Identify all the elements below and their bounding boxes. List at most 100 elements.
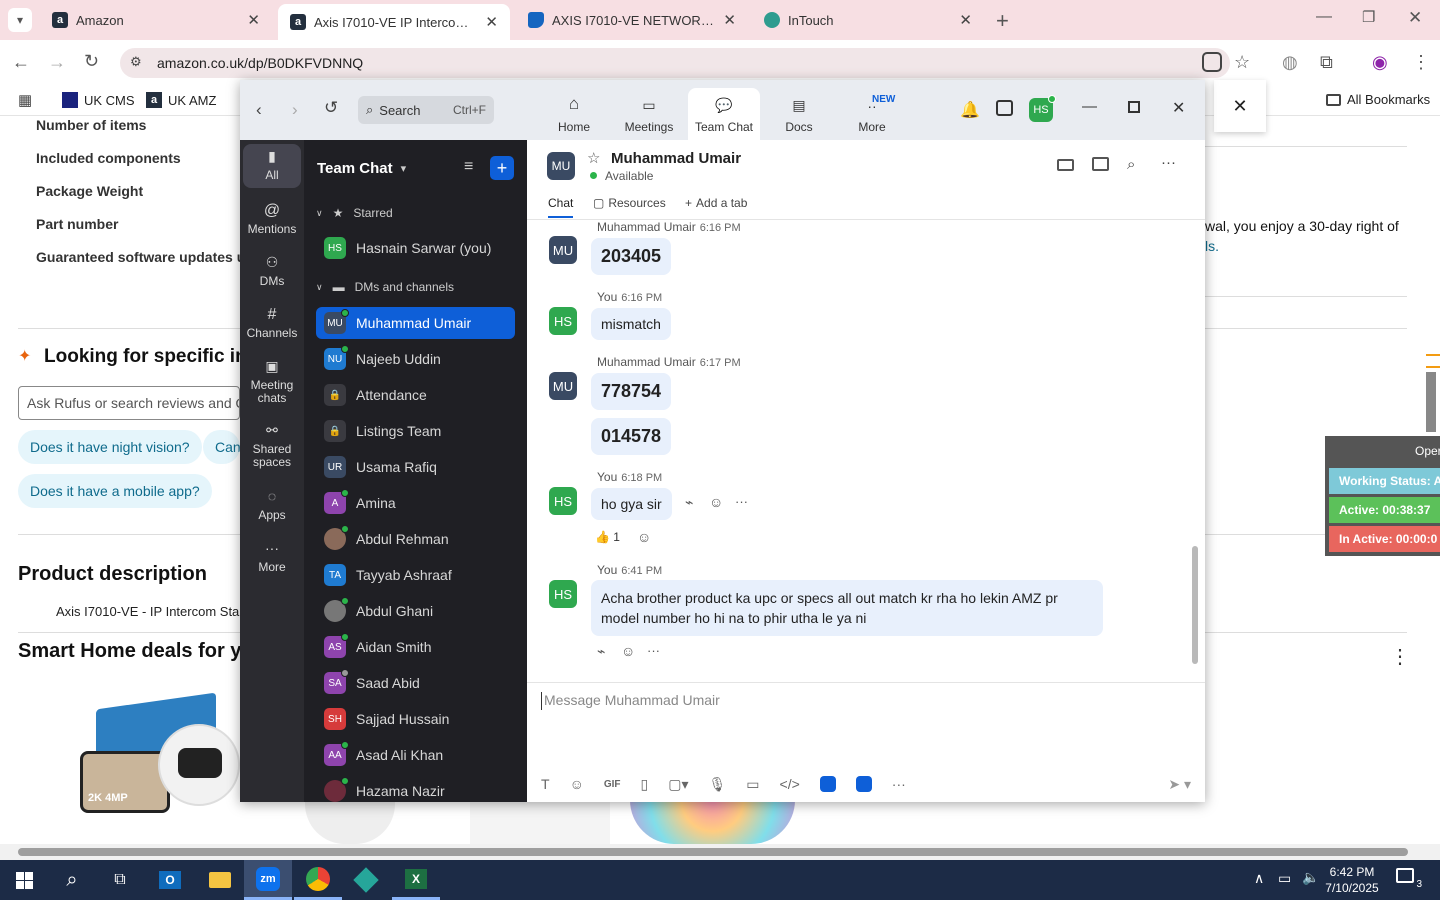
sidebar-item-sajjad[interactable]: SH Sajjad Hussain xyxy=(316,703,515,735)
message-bubble[interactable]: ho gya sir xyxy=(591,488,672,520)
start-button[interactable] xyxy=(0,860,48,900)
tab-docs[interactable]: ▤ Docs xyxy=(763,88,835,140)
search-icon[interactable]: ⌕ xyxy=(1127,156,1135,173)
rail-more[interactable]: ··· More xyxy=(243,541,301,574)
forward-icon[interactable]: › xyxy=(292,100,298,120)
rail-channels[interactable]: # Channels xyxy=(243,307,301,340)
more-options-icon[interactable]: ··· xyxy=(1161,154,1176,171)
message-bubble[interactable]: 014578 xyxy=(591,418,672,455)
outlook-button[interactable]: O xyxy=(146,860,194,900)
add-reaction-icon[interactable]: ☺ xyxy=(621,643,635,659)
close-window-icon[interactable]: ✕ xyxy=(1408,8,1422,28)
user-avatar[interactable]: HS xyxy=(1029,95,1056,122)
contact-name[interactable]: Muhammad Umair xyxy=(611,150,741,167)
close-tab-icon[interactable]: ✕ xyxy=(959,11,972,29)
back-icon[interactable]: ‹ xyxy=(256,100,262,120)
rail-dms[interactable]: ⚇ DMs xyxy=(243,255,301,288)
apps-grid-icon[interactable]: ▦ xyxy=(18,91,32,109)
screenshot-icon[interactable]: ▢▾ xyxy=(668,776,688,793)
product-image-doorbell[interactable] xyxy=(470,800,610,844)
more-options-icon[interactable]: ··· xyxy=(735,494,748,509)
message-bubble[interactable]: Acha brother product ka upc or specs all… xyxy=(591,580,1103,636)
new-tab-icon[interactable]: + xyxy=(996,8,1009,34)
network-icon[interactable]: ▭ xyxy=(1278,870,1291,887)
rail-meeting-chats[interactable]: ▣ Meeting chats xyxy=(243,359,301,405)
question-pill[interactable]: Does it have a mobile app? xyxy=(18,474,212,508)
rufus-search-input[interactable]: Ask Rufus or search reviews and Q xyxy=(18,386,240,420)
sidebar-item-attendance[interactable]: 🔒 Attendance xyxy=(316,379,515,411)
tray-chevron-icon[interactable]: ∧ xyxy=(1254,870,1264,887)
sidebar-header[interactable]: Team Chat ▾ xyxy=(317,160,406,177)
app-icon-1[interactable] xyxy=(819,776,836,792)
send-icon[interactable]: ➤ ▾ xyxy=(1168,776,1191,793)
volume-icon[interactable]: 🔈 xyxy=(1302,869,1319,886)
sidebar-item-hazama[interactable]: Hazama Nazir xyxy=(316,775,515,802)
app-button[interactable] xyxy=(342,860,390,900)
sidebar-item-najeeb[interactable]: NU Najeeb Uddin xyxy=(316,343,515,375)
message-bubble[interactable]: mismatch xyxy=(591,308,671,340)
tab-meetings[interactable]: ▭ Meetings xyxy=(613,88,685,140)
rail-all[interactable]: ▮ All xyxy=(243,144,301,188)
dms-section-header[interactable]: ∨ ▬ DMs and channels xyxy=(316,280,454,294)
question-pill[interactable]: Does it have night vision? xyxy=(18,430,202,464)
reply-icon[interactable]: ⌁ xyxy=(597,643,605,660)
product-image-ledstrip[interactable] xyxy=(630,800,795,844)
tab-resources[interactable]: ▢ Resources xyxy=(593,196,666,210)
sidebar-item-abdul-rehman[interactable]: Abdul Rehman xyxy=(316,523,515,555)
starred-section-header[interactable]: ∨ ★ Starred xyxy=(316,206,393,220)
tab-team-chat[interactable]: 💬 Team Chat xyxy=(688,88,760,140)
notification-center[interactable]: 3 xyxy=(1396,868,1422,890)
text-format-icon[interactable]: T xyxy=(541,776,550,792)
more-apps-icon[interactable]: ··· xyxy=(892,776,906,792)
more-options-icon[interactable]: ··· xyxy=(647,643,660,658)
reaction-badge[interactable]: 👍 1 xyxy=(595,530,620,544)
filter-icon[interactable]: ≡ xyxy=(464,158,473,176)
rail-shared-spaces[interactable]: ⚯ Shared spaces xyxy=(243,423,301,469)
more-options-icon[interactable]: ⋮ xyxy=(1390,644,1410,669)
browser-menu-icon[interactable]: ⋮ xyxy=(1412,52,1430,73)
clock[interactable]: 6:42 PM 7/10/2025 xyxy=(1320,864,1384,896)
product-image-camera2[interactable] xyxy=(305,800,395,844)
minimize-icon[interactable]: — xyxy=(1082,98,1097,115)
bookmark-uk-cms[interactable]: UK CMS xyxy=(62,92,135,108)
bookmark-star-icon[interactable]: ☆ xyxy=(1234,52,1250,73)
message-bubble[interactable]: 203405 xyxy=(591,238,672,275)
reload-icon[interactable]: ↻ xyxy=(84,51,99,72)
notification-bell-icon[interactable]: 🔔 xyxy=(960,100,980,120)
extension-popup-close-icon[interactable]: ✕ xyxy=(1214,80,1266,132)
task-view-button[interactable]: ⧉ xyxy=(96,860,144,900)
sidebar-item-muhammad-umair[interactable]: MU Muhammad Umair xyxy=(316,307,515,339)
url-bar[interactable]: ⚙ amazon.co.uk/dp/B0DKFVDNNQ xyxy=(120,48,1230,78)
all-bookmarks[interactable]: All Bookmarks xyxy=(1326,92,1430,107)
rail-apps[interactable]: ◌ Apps xyxy=(243,489,301,522)
history-icon[interactable]: ↺ xyxy=(324,98,338,118)
message-bubble[interactable]: 778754 xyxy=(591,373,672,410)
maximize-icon[interactable] xyxy=(1128,101,1140,113)
status-open-label[interactable]: Oper xyxy=(1415,444,1440,458)
tab-home[interactable]: ⌂ Home xyxy=(538,88,610,140)
add-reaction-icon[interactable]: ☺ xyxy=(637,529,651,545)
compose-button[interactable]: + xyxy=(490,156,514,180)
close-tab-icon[interactable]: ✕ xyxy=(485,13,498,31)
browser-tab[interactable]: a Amazon ✕ xyxy=(40,0,272,40)
browser-tab[interactable]: InTouch ✕ xyxy=(752,0,984,40)
code-icon[interactable]: </> xyxy=(780,776,800,792)
vertical-scrollbar[interactable] xyxy=(1426,372,1436,432)
file-explorer-button[interactable] xyxy=(196,860,244,900)
rail-mentions[interactable]: @ Mentions xyxy=(243,203,301,236)
minimize-icon[interactable]: — xyxy=(1316,8,1332,26)
restore-icon[interactable]: ❐ xyxy=(1362,8,1375,26)
sidebar-item-listings-team[interactable]: 🔒 Listings Team xyxy=(316,415,515,447)
return-policy-link[interactable]: ls. xyxy=(1205,238,1219,254)
message-scrollbar[interactable] xyxy=(1192,546,1198,664)
sidebar-item-asad[interactable]: AA Asad Ali Khan xyxy=(316,739,515,771)
question-pill[interactable]: Can xyxy=(203,430,240,464)
reply-icon[interactable]: ⌁ xyxy=(685,494,693,511)
forward-icon[interactable]: → xyxy=(48,52,66,73)
star-icon[interactable]: ☆ xyxy=(587,149,600,167)
sidebar-item-saad[interactable]: SA Saad Abid xyxy=(316,667,515,699)
contact-avatar[interactable]: MU xyxy=(547,152,575,180)
excel-button[interactable]: X xyxy=(392,860,440,900)
product-image-camera[interactable]: 2K 4MP xyxy=(80,692,240,844)
calendar-icon[interactable] xyxy=(996,100,1013,116)
